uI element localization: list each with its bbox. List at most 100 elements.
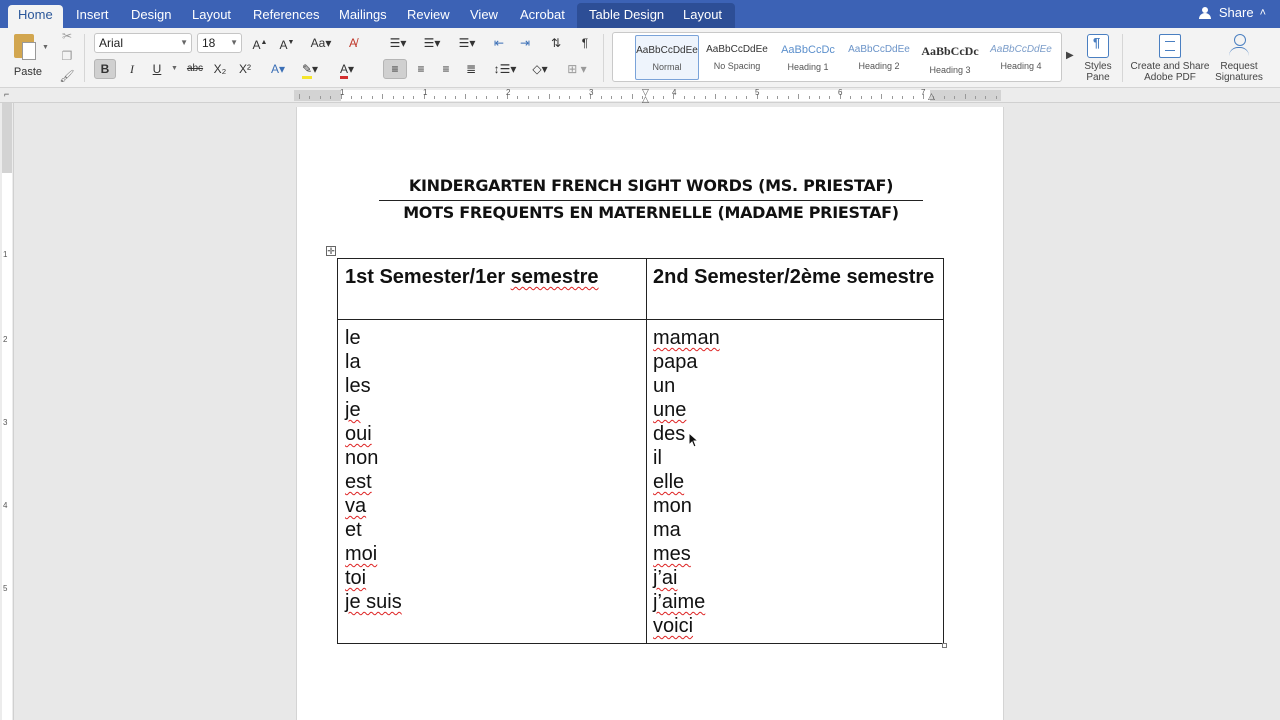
word-item[interactable]: et	[345, 518, 402, 542]
font-size-select[interactable]: 18 ▼	[197, 33, 242, 53]
word-item[interactable]: voici	[653, 614, 720, 638]
sort-icon[interactable]: ⇅	[545, 33, 567, 53]
italic-button[interactable]: I	[121, 59, 143, 79]
tab-stop-selector-icon[interactable]: ⌐	[4, 90, 9, 99]
style-heading-2[interactable]: AaBbCcDdEe Heading 2	[847, 35, 911, 80]
superscript-button[interactable]: X²	[234, 59, 256, 79]
word-item[interactable]: les	[345, 374, 402, 398]
vertical-ruler[interactable]: 1 2 3 4 5	[0, 103, 14, 720]
word-item[interactable]: papa	[653, 350, 720, 374]
justify-icon[interactable]: ≣	[460, 59, 482, 79]
styles-pane-button[interactable]: Styles Pane	[1080, 34, 1116, 83]
add-person-icon	[1198, 6, 1213, 19]
horizontal-ruler[interactable]: ⌐ 1 1 2 3 4 5 6 7 ▽ △ △	[0, 88, 1280, 104]
multilevel-list-icon[interactable]: ☰▾	[452, 33, 482, 53]
tab-view[interactable]: View	[460, 5, 508, 28]
word-item[interactable]: non	[345, 446, 402, 470]
line-spacing-icon[interactable]: ↕☰▾	[490, 59, 520, 79]
word-item[interactable]: toi	[345, 566, 402, 590]
align-center-icon[interactable]: ≡	[410, 59, 432, 79]
word-item[interactable]: elle	[653, 470, 720, 494]
strikethrough-button[interactable]: abc	[182, 59, 208, 79]
table-header-semester-1[interactable]: 1st Semester/1er semestre	[345, 265, 640, 289]
change-case-button[interactable]: Aa▾	[306, 33, 336, 53]
share-button[interactable]: Share ˄	[1198, 5, 1266, 20]
hanging-indent-icon[interactable]: △	[642, 95, 649, 104]
word-item[interactable]: une	[653, 398, 720, 422]
show-formatting-icon[interactable]: ¶	[575, 33, 595, 53]
word-item[interactable]: je	[345, 398, 402, 422]
word-item[interactable]: un	[653, 374, 720, 398]
title-underline	[379, 200, 923, 201]
sight-words-table[interactable]: 1st Semester/1er semestre 2nd Semester/2…	[337, 258, 944, 644]
subscript-button[interactable]: X₂	[209, 59, 231, 79]
create-share-pdf-button[interactable]: Create and Share Adobe PDF	[1128, 34, 1212, 83]
borders-icon[interactable]: ⊞ ▾	[560, 59, 594, 79]
tab-references[interactable]: References	[243, 5, 329, 28]
table-header-semester-2[interactable]: 2nd Semester/2ème semestre	[653, 265, 938, 289]
word-item[interactable]: il	[653, 446, 720, 470]
ribbon-tab-bar: Home Insert Design Layout References Mai…	[0, 0, 1280, 28]
request-signatures-button[interactable]: Request Signatures	[1212, 34, 1266, 83]
cut-icon[interactable]: ✂	[58, 28, 76, 44]
word-item[interactable]: je suis	[345, 590, 402, 614]
signature-icon	[1228, 34, 1250, 58]
gallery-more-icon[interactable]: ▶	[1066, 50, 1074, 61]
tab-table-layout[interactable]: Layout	[673, 5, 732, 28]
copy-icon[interactable]: ❐	[58, 48, 76, 64]
word-item[interactable]: mes	[653, 542, 720, 566]
chevron-down-icon[interactable]: ▼	[171, 65, 178, 72]
clear-formatting-icon[interactable]: A̸	[342, 33, 364, 53]
shrink-font-button[interactable]: A▼	[276, 33, 298, 53]
word-item[interactable]: le	[345, 326, 402, 350]
word-item[interactable]: des	[653, 422, 720, 446]
style-no-spacing[interactable]: AaBbCcDdEe No Spacing	[705, 35, 769, 80]
word-item[interactable]: ma	[653, 518, 720, 542]
font-name-select[interactable]: Arial ▼	[94, 33, 192, 53]
shading-icon[interactable]: ◇▾	[527, 59, 553, 79]
style-heading-4[interactable]: AaBbCcDdEe Heading 4	[989, 35, 1053, 80]
word-item[interactable]: j’aime	[653, 590, 720, 614]
tab-mailings[interactable]: Mailings	[329, 5, 397, 28]
style-heading-3[interactable]: AaBbCcDc Heading 3	[918, 35, 982, 80]
text-effects-icon[interactable]: A▾	[265, 59, 291, 79]
paste-button[interactable]: ▼ Paste	[8, 32, 52, 84]
word-item[interactable]: moi	[345, 542, 402, 566]
underline-button[interactable]: U	[146, 59, 168, 79]
numbered-list-icon[interactable]: ☰▾	[417, 33, 447, 53]
align-left-icon[interactable]: ≡	[383, 59, 407, 79]
table-move-handle-icon[interactable]: ✛	[326, 246, 336, 256]
document-page[interactable]: KINDERGARTEN FRENCH SIGHT WORDS (MS. PRI…	[296, 107, 1004, 720]
bold-button[interactable]: B	[94, 59, 116, 79]
tab-home[interactable]: Home	[8, 5, 63, 28]
word-item[interactable]: oui	[345, 422, 402, 446]
semester-1-word-list[interactable]: le la les je oui non est va et moi toi je suis	[345, 326, 402, 614]
tab-table-design[interactable]: Table Design	[579, 5, 674, 28]
semester-2-word-list[interactable]: maman papa un une des il elle mon ma mes j’ai j’aim…	[653, 326, 720, 638]
align-right-icon[interactable]: ≡	[435, 59, 457, 79]
increase-indent-icon[interactable]: ⇥	[514, 33, 536, 53]
word-item[interactable]: la	[345, 350, 402, 374]
paste-label: Paste	[13, 66, 43, 78]
word-item[interactable]: est	[345, 470, 402, 494]
right-indent-icon[interactable]: △	[928, 92, 935, 101]
tab-acrobat[interactable]: Acrobat	[510, 5, 575, 28]
tab-design[interactable]: Design	[121, 5, 181, 28]
tab-review[interactable]: Review	[397, 5, 460, 28]
style-normal[interactable]: AaBbCcDdEe Normal	[635, 35, 699, 80]
highlight-color-icon[interactable]: ✎▾	[296, 59, 324, 79]
font-color-icon[interactable]: A▾	[333, 59, 361, 79]
table-resize-handle[interactable]	[942, 643, 947, 648]
bullets-list-icon[interactable]: ☰▾	[383, 33, 413, 53]
word-item[interactable]: mon	[653, 494, 720, 518]
decrease-indent-icon[interactable]: ⇤	[488, 33, 510, 53]
word-item[interactable]: maman	[653, 326, 720, 350]
word-item[interactable]: va	[345, 494, 402, 518]
style-heading-1[interactable]: AaBbCcDc Heading 1	[776, 35, 840, 80]
tab-insert[interactable]: Insert	[66, 5, 119, 28]
word-item[interactable]: j’ai	[653, 566, 720, 590]
font-size-value: 18	[202, 36, 216, 50]
format-painter-icon[interactable]: 🖌	[58, 68, 76, 84]
tab-layout[interactable]: Layout	[182, 5, 241, 28]
grow-font-button[interactable]: A▲	[249, 33, 271, 53]
